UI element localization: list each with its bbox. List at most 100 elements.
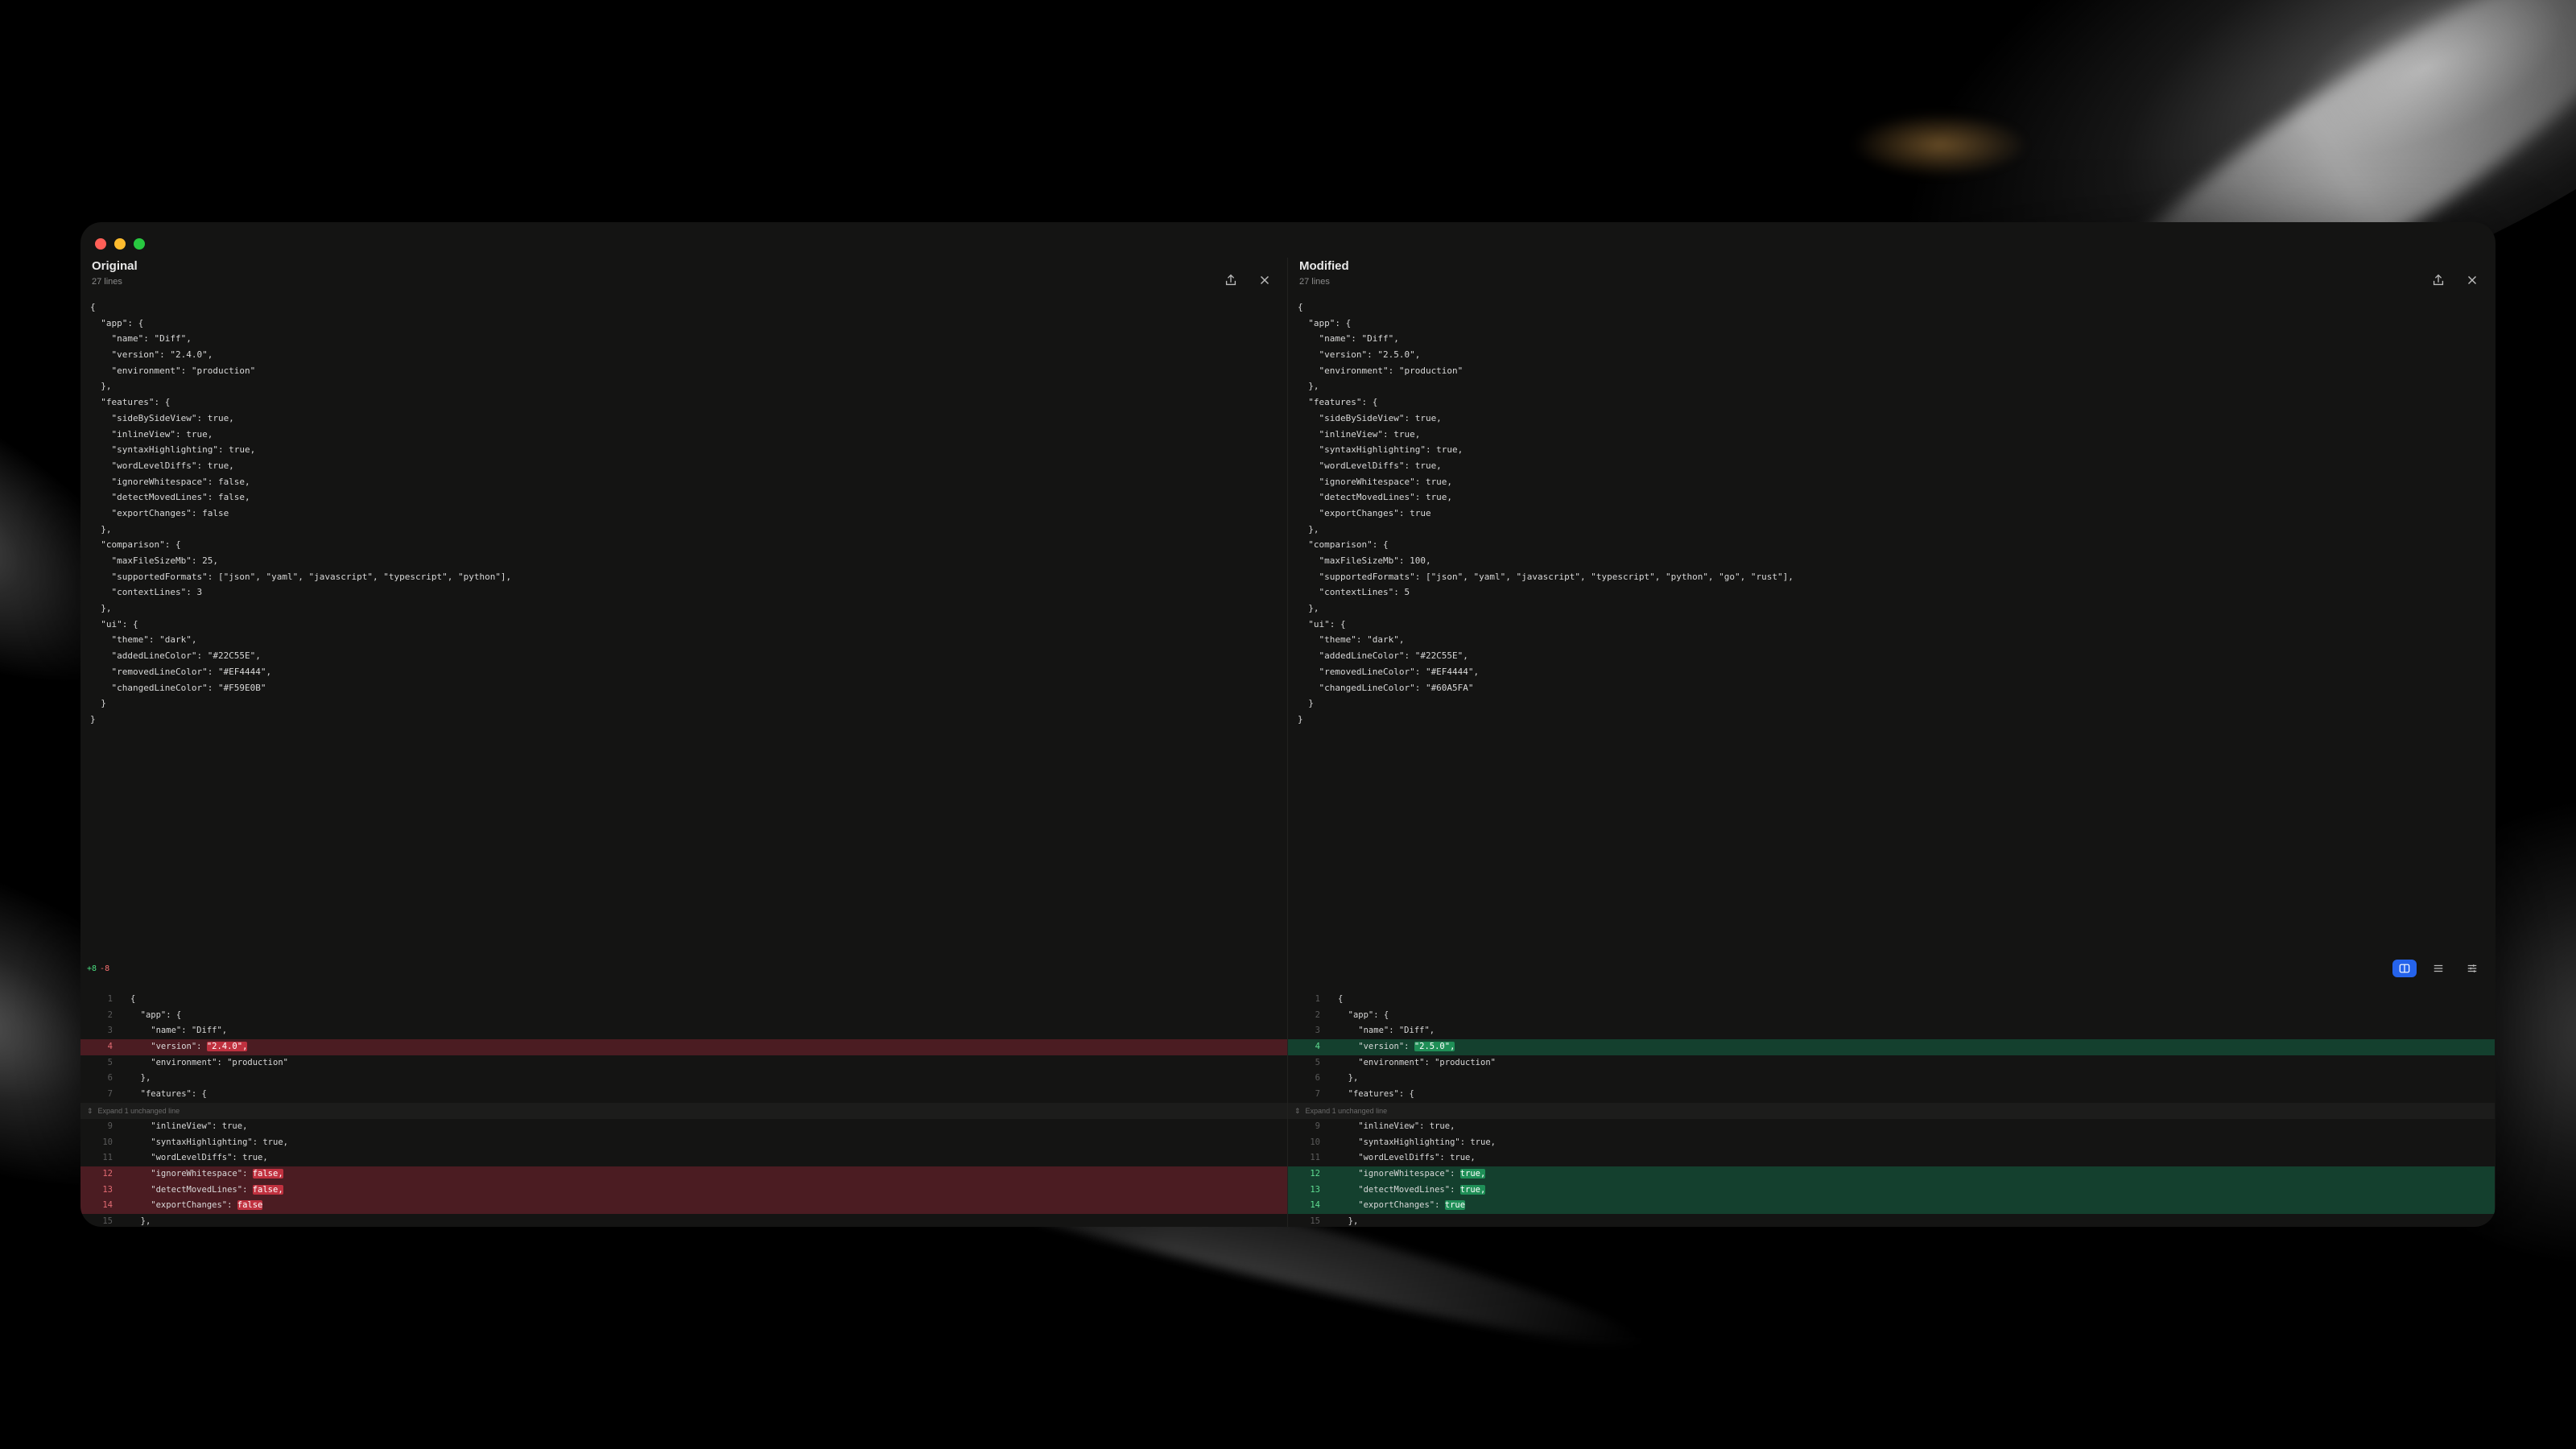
line-code: "syntaxHighlighting": true, <box>1328 1135 2495 1151</box>
context-line: 2 "app": { <box>80 1008 1287 1024</box>
line-code: "exportChanges": true <box>1328 1198 2495 1214</box>
line-number: 4 <box>107 1042 113 1052</box>
added-line: 4 "version": "2.5.0", <box>1288 1039 2495 1055</box>
code-text: "inlineView": true, <box>1338 1121 1455 1131</box>
context-line: 7 "features": { <box>80 1087 1287 1103</box>
code-line: "inlineView": true, <box>90 428 213 440</box>
line-code: "detectMovedLines": false, <box>121 1183 1287 1199</box>
code-line: "syntaxHighlighting": true, <box>90 444 256 456</box>
code-text: "detectMovedLines": <box>1338 1184 1460 1195</box>
code-line: "maxFileSizeMb": 100, <box>1298 555 1431 566</box>
line-number: 14 <box>1310 1200 1320 1211</box>
unified-view-icon[interactable] <box>2426 960 2450 977</box>
code-line: "sideBySideView": true, <box>90 412 234 423</box>
added-line: 14 "exportChanges": true <box>1288 1198 2495 1214</box>
removed-line: 13 "detectMovedLines": false, <box>80 1182 1287 1199</box>
share-icon[interactable] <box>1220 269 1242 291</box>
minimize-window-button[interactable] <box>114 238 126 250</box>
line-number: 15 <box>1310 1216 1320 1226</box>
code-line: }, <box>1298 381 1319 392</box>
modified-code-editor[interactable]: { "app": { "name": "Diff", "version": "2… <box>1298 299 1794 728</box>
code-text: "environment": "production" <box>1338 1057 1496 1067</box>
code-line: "contextLines": 3 <box>90 587 203 598</box>
added-token: "2.5.0", <box>1414 1042 1455 1052</box>
code-line: "environment": "production" <box>1298 365 1463 376</box>
removed-token: false, <box>252 1168 283 1179</box>
line-number: 10 <box>102 1137 113 1147</box>
original-code-editor[interactable]: { "app": { "name": "Diff", "version": "2… <box>90 299 511 728</box>
code-text: "environment": "production" <box>130 1057 288 1067</box>
code-line: "exportChanges": false <box>90 507 229 518</box>
line-code: "version": "2.5.0", <box>1328 1039 2495 1055</box>
filter-icon[interactable] <box>2460 960 2484 977</box>
code-text: "name": "Diff", <box>1338 1026 1435 1036</box>
expand-unchanged-row[interactable]: ⇕ Expand 1 unchanged line <box>1288 1102 2495 1119</box>
code-text: "exportChanges": <box>130 1200 237 1211</box>
line-code: }, <box>121 1214 1287 1227</box>
line-number: 1 <box>107 994 113 1004</box>
code-text: "syntaxHighlighting": true, <box>1338 1137 1496 1147</box>
line-number: 12 <box>102 1168 113 1179</box>
code-text: "ignoreWhitespace": <box>1338 1168 1460 1179</box>
line-count: 27 lines <box>92 277 122 287</box>
line-number: 11 <box>1310 1153 1320 1163</box>
modified-pane: Modified 27 lines { "app": { "name": "Di… <box>1288 258 2495 960</box>
code-text: "syntaxHighlighting": true, <box>130 1137 288 1147</box>
code-line: "removedLineColor": "#EF4444", <box>90 666 272 677</box>
context-line: 11 "wordLevelDiffs": true, <box>1288 1150 2495 1166</box>
zoom-window-button[interactable] <box>134 238 145 250</box>
code-line: "addedLineColor": "#22C55E", <box>1298 650 1468 662</box>
line-code: "environment": "production" <box>121 1055 1287 1071</box>
line-count: 27 lines <box>1299 277 1330 287</box>
split-view-icon[interactable] <box>2392 960 2417 977</box>
code-line: "ignoreWhitespace": true, <box>1298 476 1453 487</box>
close-icon[interactable] <box>1253 269 1276 291</box>
close-window-button[interactable] <box>95 238 106 250</box>
code-line: }, <box>1298 603 1319 614</box>
modified-diff-view[interactable]: 1{2 "app": {3 "name": "Diff", 4 "version"… <box>1288 992 2495 1227</box>
context-line: 9 "inlineView": true, <box>80 1119 1287 1135</box>
code-text: "version": <box>130 1042 207 1052</box>
line-code: { <box>1328 992 2495 1008</box>
code-line: } <box>90 698 106 709</box>
code-line: "app": { <box>1298 317 1352 328</box>
context-line: 9 "inlineView": true, <box>1288 1119 2495 1135</box>
line-number: 1 <box>1315 994 1320 1004</box>
context-line: 10 "syntaxHighlighting": true, <box>80 1135 1287 1151</box>
code-line: } <box>1298 698 1314 709</box>
line-code: "name": "Diff", <box>121 1023 1287 1039</box>
code-text: }, <box>130 1073 151 1084</box>
code-text: "app": { <box>130 1009 182 1020</box>
expand-unchanged-row[interactable]: ⇕ Expand 1 unchanged line <box>80 1102 1287 1119</box>
code-line: "detectMovedLines": true, <box>1298 492 1453 503</box>
line-number: 13 <box>1310 1184 1320 1195</box>
line-number: 13 <box>102 1184 113 1195</box>
code-text: }, <box>130 1216 151 1226</box>
code-line: "version": "2.5.0", <box>1298 349 1421 361</box>
diff-stats: +8 -8 <box>87 961 109 977</box>
pane-title: Original <box>92 259 138 273</box>
context-line: 5 "environment": "production" <box>1288 1055 2495 1071</box>
code-line: "theme": "dark", <box>1298 634 1405 646</box>
original-pane: Original 27 lines { "app": { "name": "Di… <box>80 258 1287 960</box>
line-code: "ignoreWhitespace": false, <box>121 1166 1287 1183</box>
code-line: } <box>1298 713 1303 724</box>
removed-token: false, <box>252 1184 283 1195</box>
code-line: "syntaxHighlighting": true, <box>1298 444 1463 456</box>
expand-icon: ⇕ <box>1294 1106 1301 1115</box>
share-icon[interactable] <box>2427 269 2450 291</box>
line-code: "name": "Diff", <box>1328 1023 2495 1039</box>
code-text: "name": "Diff", <box>130 1026 228 1036</box>
code-line: "sideBySideView": true, <box>1298 412 1442 423</box>
code-line: "maxFileSizeMb": 25, <box>90 555 218 566</box>
line-code: "wordLevelDiffs": true, <box>121 1150 1287 1166</box>
line-number: 12 <box>1310 1168 1320 1179</box>
original-diff-view[interactable]: 1{2 "app": {3 "name": "Diff", 4 "version"… <box>80 992 1287 1227</box>
context-line: 3 "name": "Diff", <box>80 1023 1287 1039</box>
line-code: "detectMovedLines": true, <box>1328 1183 2495 1199</box>
close-icon[interactable] <box>2461 269 2483 291</box>
code-text: "exportChanges": <box>1338 1200 1445 1211</box>
line-number: 3 <box>107 1026 113 1036</box>
line-number: 7 <box>1315 1089 1320 1100</box>
context-line: 3 "name": "Diff", <box>1288 1023 2495 1039</box>
